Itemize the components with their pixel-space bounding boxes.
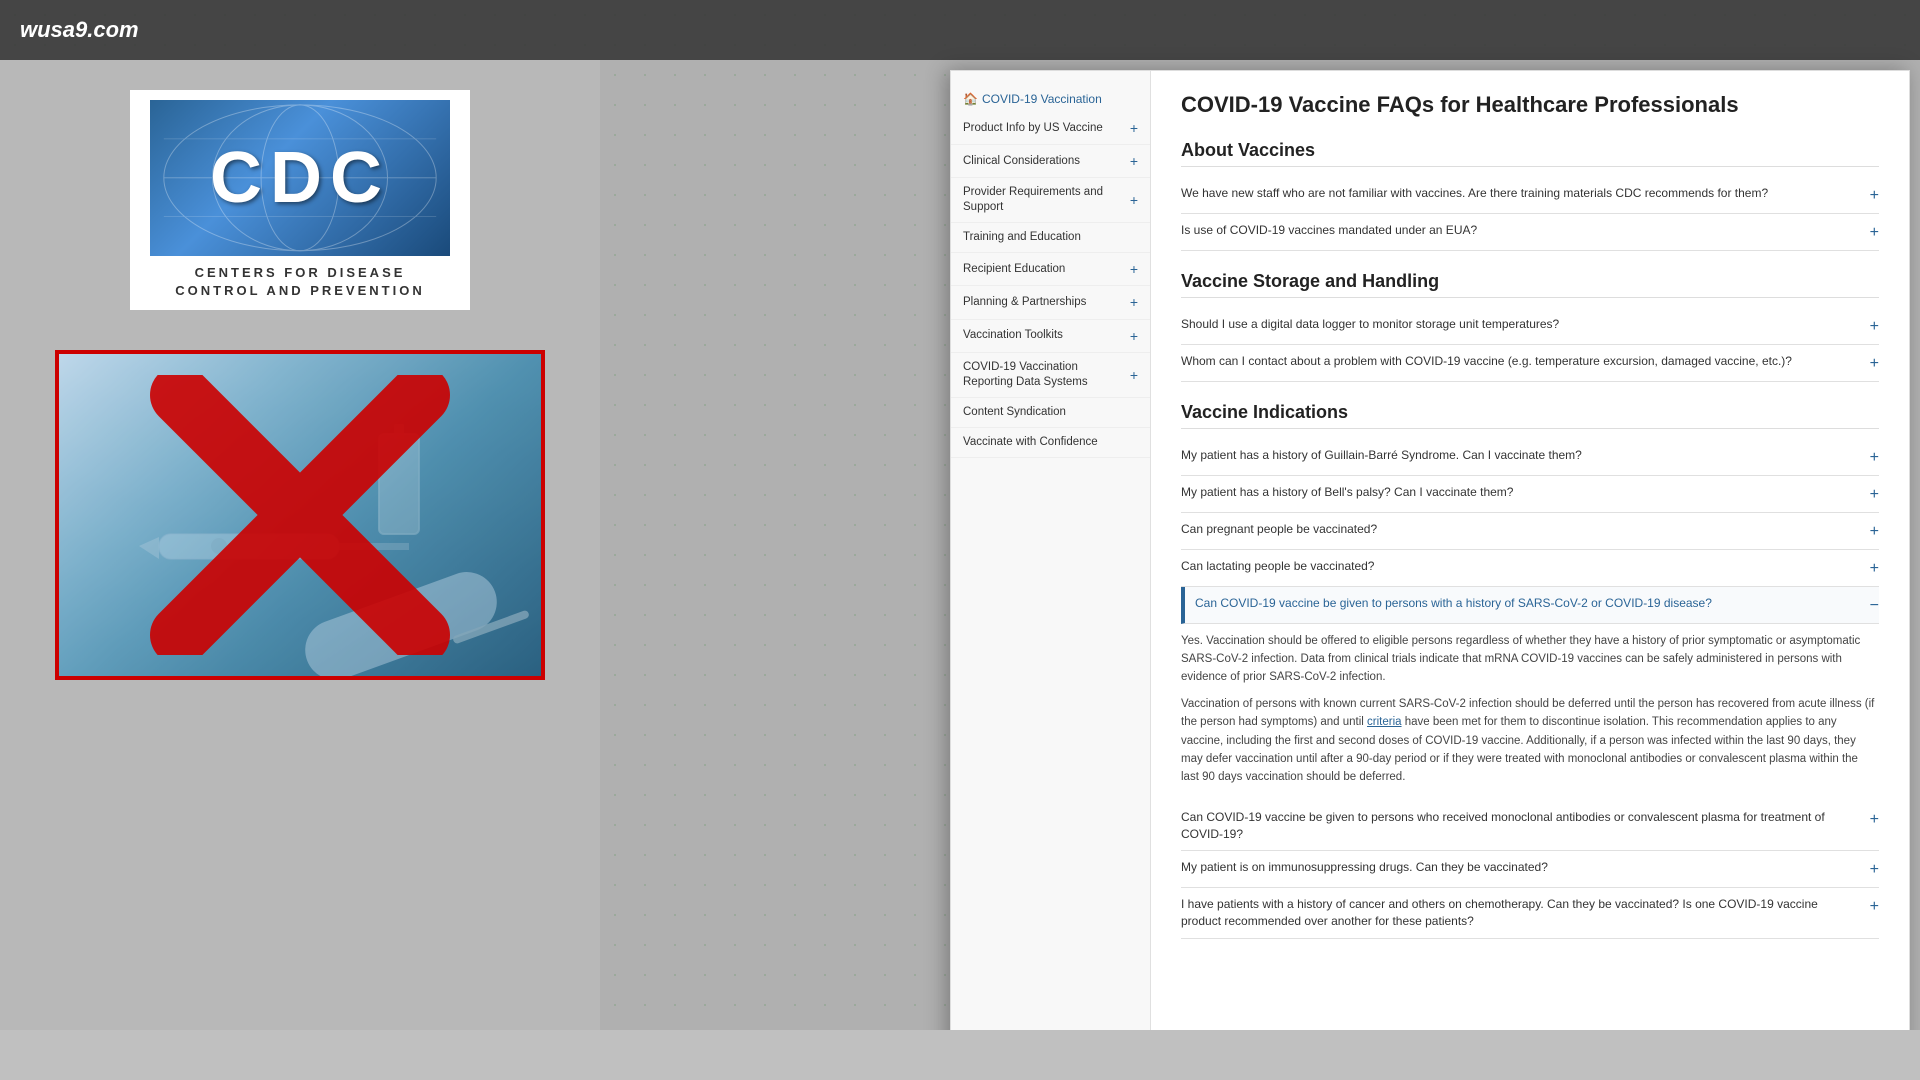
section-title-storage: Vaccine Storage and Handling bbox=[1181, 271, 1879, 298]
faq-item-training-materials[interactable]: We have new staff who are not familiar w… bbox=[1181, 177, 1879, 214]
section-title-indications: Vaccine Indications bbox=[1181, 402, 1879, 429]
faq-toggle-5[interactable]: + bbox=[1870, 486, 1879, 504]
expand-icon-0: + bbox=[1130, 119, 1138, 137]
wusa-logo: wusa9.com bbox=[20, 17, 139, 43]
faq-item-contact-problem[interactable]: Whom can I contact about a problem with … bbox=[1181, 345, 1879, 382]
faq-toggle-4[interactable]: + bbox=[1870, 449, 1879, 467]
section-title-about: About Vaccines bbox=[1181, 140, 1879, 167]
sidebar-navigation: 🏠 COVID-19 Vaccination Product Info by U… bbox=[951, 71, 1151, 1059]
sidebar-item-clinical[interactable]: Clinical Considerations + bbox=[951, 145, 1150, 178]
expand-icon-1: + bbox=[1130, 152, 1138, 170]
expand-icon-7: + bbox=[1130, 366, 1138, 384]
faq-item-pregnant[interactable]: Can pregnant people be vaccinated? + bbox=[1181, 513, 1879, 550]
faq-toggle-1[interactable]: + bbox=[1870, 224, 1879, 242]
cdc-website-panel: 🏠 COVID-19 Vaccination Product Info by U… bbox=[950, 70, 1910, 1060]
faq-item-sars-history[interactable]: Can COVID-19 vaccine be given to persons… bbox=[1181, 587, 1879, 624]
cdc-subtitle: CENTERS FOR DISEASE CONTROL AND PREVENTI… bbox=[175, 264, 424, 300]
expand-icon-5: + bbox=[1130, 293, 1138, 311]
faq-item-bells-palsy[interactable]: My patient has a history of Bell's palsy… bbox=[1181, 476, 1879, 513]
sidebar-item-recipient[interactable]: Recipient Education + bbox=[951, 253, 1150, 286]
faq-item-monoclonal[interactable]: Can COVID-19 vaccine be given to persons… bbox=[1181, 801, 1879, 852]
faq-toggle-7[interactable]: + bbox=[1870, 560, 1879, 578]
faq-toggle-2[interactable]: + bbox=[1870, 318, 1879, 336]
sidebar-item-toolkits[interactable]: Vaccination Toolkits + bbox=[951, 320, 1150, 353]
sidebar-item-vaccinate[interactable]: Vaccinate with Confidence bbox=[951, 428, 1150, 458]
main-content-area: COVID-19 Vaccine FAQs for Healthcare Pro… bbox=[1151, 71, 1909, 1059]
page-title: COVID-19 Vaccine FAQs for Healthcare Pro… bbox=[1181, 91, 1879, 120]
sidebar-item-home[interactable]: 🏠 COVID-19 Vaccination bbox=[951, 86, 1150, 112]
top-bar: wusa9.com bbox=[0, 0, 1920, 60]
faq-toggle-3[interactable]: + bbox=[1870, 355, 1879, 373]
faq-toggle-8[interactable]: − bbox=[1870, 597, 1879, 615]
criteria-link[interactable]: criteria bbox=[1367, 716, 1402, 728]
sidebar-item-training[interactable]: Training and Education bbox=[951, 223, 1150, 253]
faq-toggle-10[interactable]: + bbox=[1870, 861, 1879, 879]
vaccine-image-container bbox=[55, 350, 545, 680]
left-panel: CDC CENTERS FOR DISEASE CONTROL AND PREV… bbox=[0, 60, 600, 1080]
faq-item-lactating[interactable]: Can lactating people be vaccinated? + bbox=[1181, 550, 1879, 587]
sidebar-item-reporting[interactable]: COVID-19 Vaccination Reporting Data Syst… bbox=[951, 353, 1150, 398]
bottom-bar bbox=[0, 1030, 1920, 1080]
cdc-logo-container: CDC CENTERS FOR DISEASE CONTROL AND PREV… bbox=[130, 90, 470, 310]
faq-item-cancer-history[interactable]: I have patients with a history of cancer… bbox=[1181, 888, 1879, 939]
expand-icon-2: + bbox=[1130, 191, 1138, 209]
faq-toggle-11[interactable]: + bbox=[1870, 898, 1879, 916]
sidebar-item-product-info[interactable]: Product Info by US Vaccine + bbox=[951, 112, 1150, 145]
sidebar-item-planning[interactable]: Planning & Partnerships + bbox=[951, 286, 1150, 319]
cdc-acronym: CDC bbox=[210, 137, 390, 219]
sidebar-item-provider[interactable]: Provider Requirements and Support + bbox=[951, 178, 1150, 223]
faq-item-eua-mandate[interactable]: Is use of COVID-19 vaccines mandated und… bbox=[1181, 214, 1879, 251]
faq-answer-sars-history: Yes. Vaccination should be offered to el… bbox=[1181, 624, 1879, 801]
faq-item-data-logger[interactable]: Should I use a digital data logger to mo… bbox=[1181, 308, 1879, 345]
cdc-logo-graphic: CDC bbox=[150, 100, 450, 256]
red-x-overlay bbox=[59, 354, 541, 676]
faq-item-guillain[interactable]: My patient has a history of Guillain-Bar… bbox=[1181, 439, 1879, 476]
faq-item-immunosuppressing[interactable]: My patient is on immunosuppressing drugs… bbox=[1181, 851, 1879, 888]
expand-icon-6: + bbox=[1130, 327, 1138, 345]
sidebar-item-syndication[interactable]: Content Syndication bbox=[951, 398, 1150, 428]
expand-icon-4: + bbox=[1130, 260, 1138, 278]
faq-toggle-9[interactable]: + bbox=[1870, 811, 1879, 829]
faq-answer-para2: Vaccination of persons with known curren… bbox=[1181, 695, 1879, 787]
faq-toggle-6[interactable]: + bbox=[1870, 523, 1879, 541]
home-icon: 🏠 bbox=[963, 92, 978, 106]
faq-toggle-0[interactable]: + bbox=[1870, 187, 1879, 205]
